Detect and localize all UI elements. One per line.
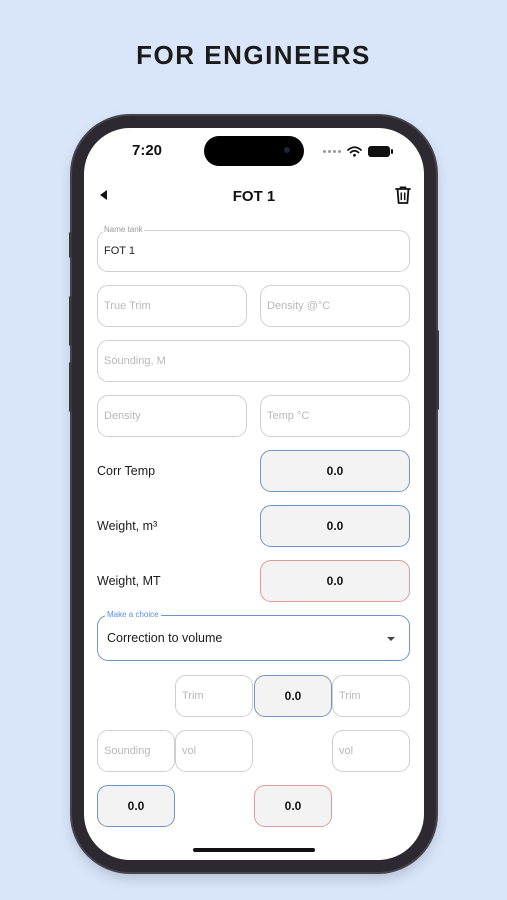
promo-title: FOR ENGINEERS <box>136 40 371 70</box>
vol-right-placeholder: vol <box>339 745 354 757</box>
battery-icon <box>368 145 393 157</box>
vol-left-input[interactable]: vol <box>175 730 253 772</box>
temp-input[interactable]: Temp °C <box>260 395 410 437</box>
trim-left-placeholder: Trim <box>182 690 204 702</box>
weight-mt-label: Weight, MT <box>97 574 161 588</box>
vol-result-right-output: 0.0 <box>254 785 332 827</box>
weight-mt-output: 0.0 <box>260 560 410 602</box>
density-placeholder: Density <box>104 410 141 422</box>
true-trim-input[interactable]: True Trim <box>97 285 247 327</box>
trim-left-input[interactable]: Trim <box>175 675 253 717</box>
vol-left-placeholder: vol <box>182 745 197 757</box>
home-indicator[interactable] <box>193 848 315 852</box>
nav-bar: FOT 1 <box>84 182 424 210</box>
camera-dot <box>284 147 290 153</box>
phone-power-button <box>436 330 439 410</box>
trim-right-input[interactable]: Trim <box>332 675 410 717</box>
name-tank-label: Name tank <box>103 225 144 234</box>
app-screen: 7:20 FOT 1 Name tank FOT 1 True Trim Den… <box>84 128 424 860</box>
weight-m3-label: Weight, m³ <box>97 519 158 533</box>
status-icons <box>323 144 393 158</box>
name-tank-value: FOT 1 <box>104 245 135 257</box>
phone-action-button <box>69 232 72 258</box>
vol-result-left-output: 0.0 <box>97 785 175 827</box>
sounding-small-input[interactable]: Sounding <box>97 730 175 772</box>
true-trim-placeholder: True Trim <box>104 300 151 312</box>
wifi-icon <box>347 145 362 157</box>
trim-right-placeholder: Trim <box>339 690 361 702</box>
phone-volume-down-button <box>69 362 72 412</box>
trash-icon[interactable] <box>394 185 412 205</box>
sounding-placeholder: Sounding, M <box>104 355 166 367</box>
correction-type-value: Correction to volume <box>107 631 223 645</box>
weight-m3-output: 0.0 <box>260 505 410 547</box>
trim-result-output: 0.0 <box>254 675 332 717</box>
vol-right-input[interactable]: vol <box>332 730 410 772</box>
status-time: 7:20 <box>132 142 163 159</box>
corr-temp-output: 0.0 <box>260 450 410 492</box>
chevron-down-icon <box>387 637 395 641</box>
sounding-small-placeholder: Sounding <box>104 745 151 757</box>
density-input[interactable]: Density <box>97 395 247 437</box>
signal-icon <box>323 149 341 153</box>
density-at-temp-input[interactable]: Density @°C <box>260 285 410 327</box>
name-tank-input[interactable]: Name tank FOT 1 <box>97 225 410 272</box>
phone-volume-up-button <box>69 296 72 346</box>
sounding-input[interactable]: Sounding, M <box>97 340 410 382</box>
page-title: FOT 1 <box>232 188 276 205</box>
corr-temp-label: Corr Temp <box>97 464 156 478</box>
correction-type-select[interactable]: Make a choice Correction to volume <box>97 610 410 661</box>
density-at-temp-placeholder: Density @°C <box>267 300 331 312</box>
make-a-choice-label: Make a choice <box>105 610 161 619</box>
temp-placeholder: Temp °C <box>267 410 310 422</box>
dynamic-island <box>204 136 304 166</box>
